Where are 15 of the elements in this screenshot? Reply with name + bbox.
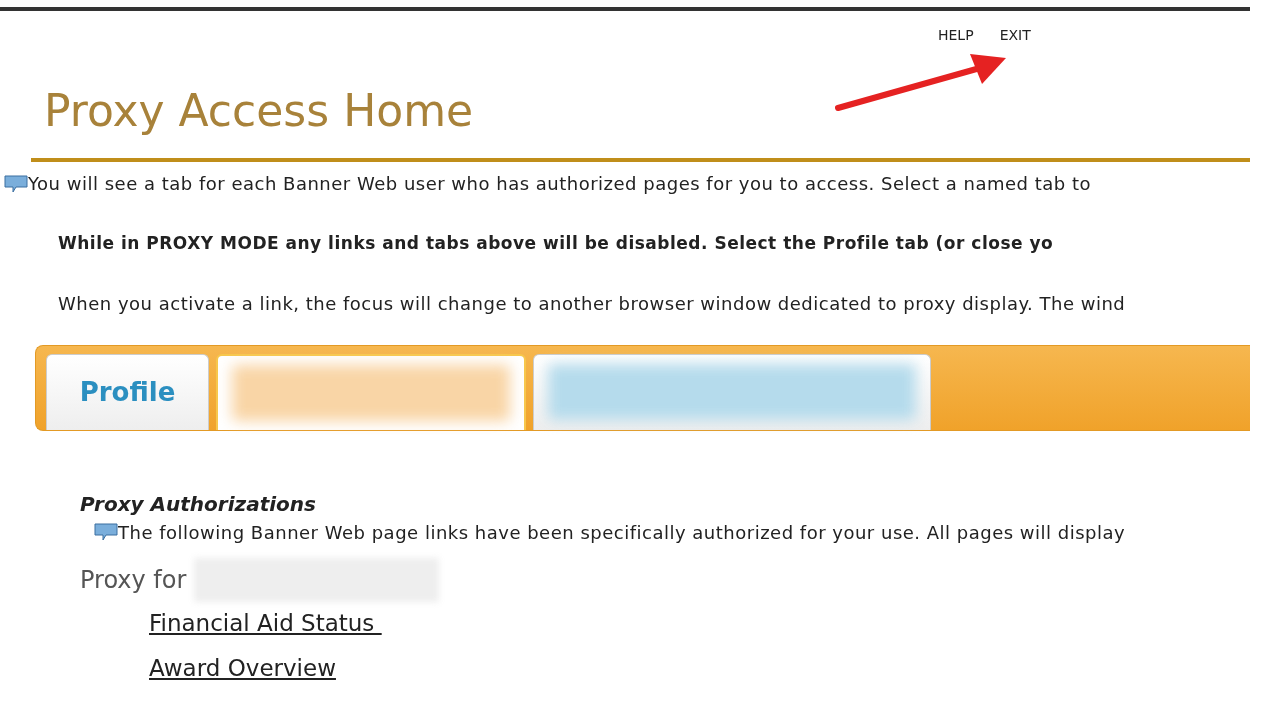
info-text: The following Banner Web page links have been specifically authorized for your use. All pages will display	[118, 520, 1126, 545]
info-text: You will see a tab for each Banner Web user who has authorized pages for you to access. Select a named tab to	[28, 172, 1091, 196]
page-link[interactable]: Financial Aid Status	[149, 609, 382, 636]
section-heading: Proxy Authorizations	[80, 490, 317, 518]
warning-text: While in PROXY MODE any links and tabs above will be disabled. Select the Profile tab (or close yo	[58, 233, 1054, 253]
tab[interactable]	[533, 353, 931, 430]
info-text: When you activate a link, the focus will change to another browser window dedicated to proxy display. The wind	[58, 292, 1126, 314]
nav-link[interactable]: HELP	[938, 25, 974, 61]
comment-icon	[4, 174, 28, 193]
comment-icon	[94, 523, 118, 541]
tab[interactable]	[216, 353, 526, 430]
proxy-label: Proxy for	[80, 564, 187, 596]
nav-link[interactable]: EXIT	[999, 25, 1031, 61]
page-title: Proxy Access Home	[44, 84, 474, 138]
page-link[interactable]: Award Overview	[149, 654, 336, 681]
